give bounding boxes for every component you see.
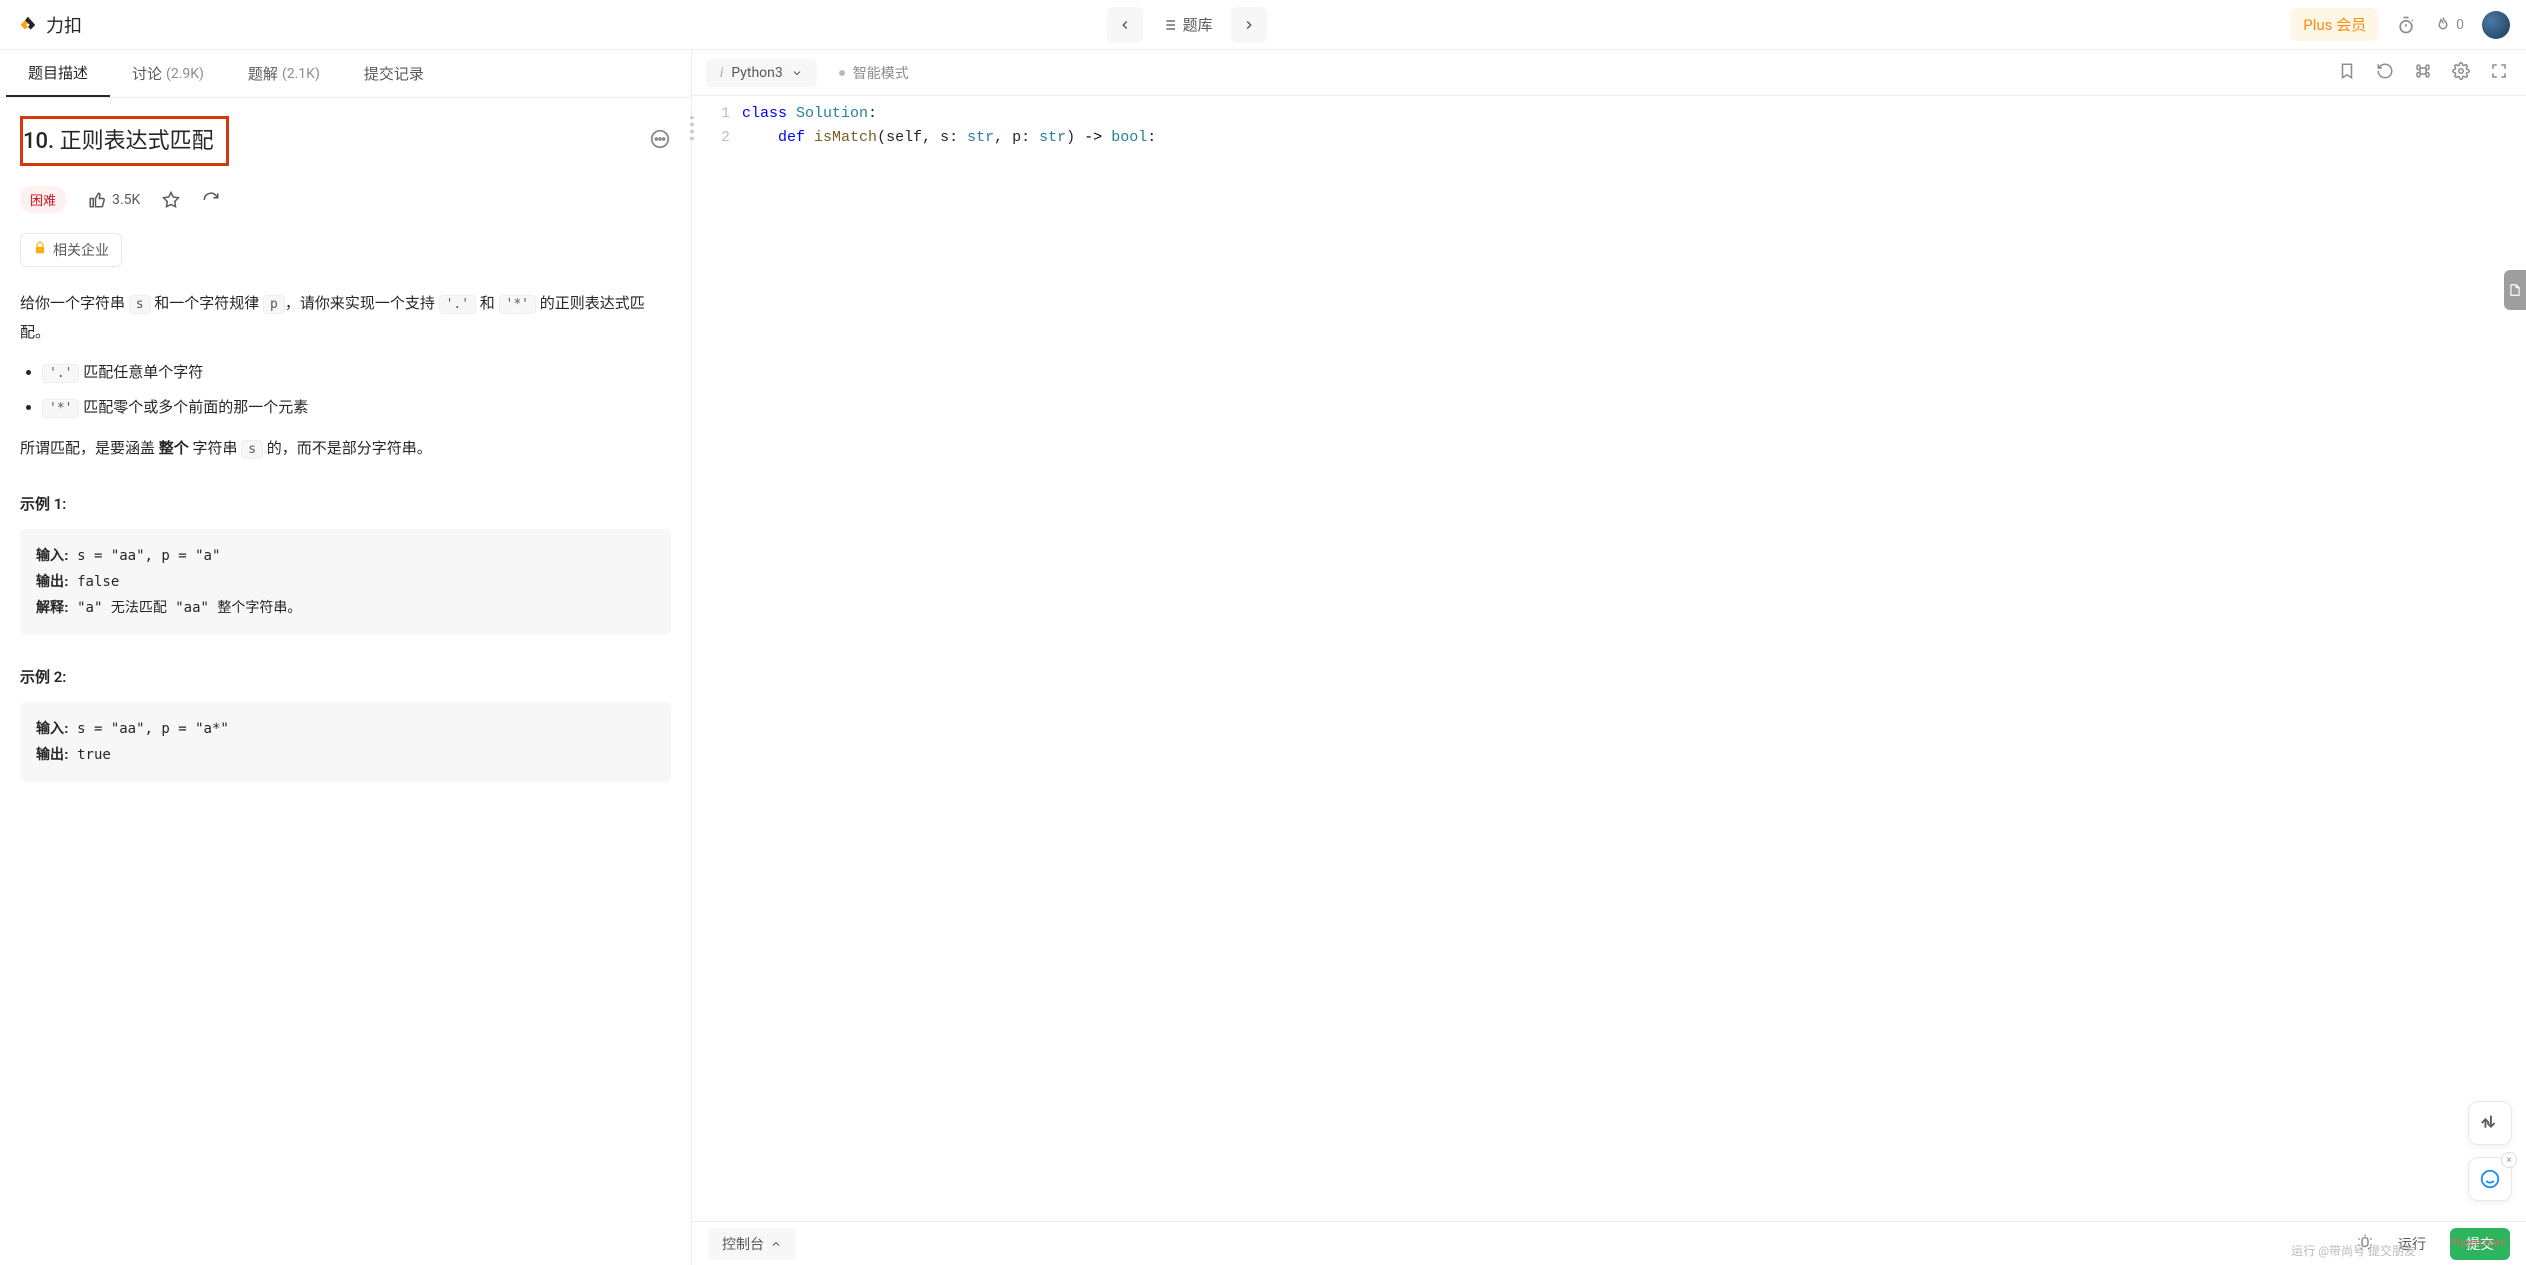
tab-3[interactable]: 提交记录 <box>342 50 446 97</box>
chevron-down-icon <box>791 67 803 79</box>
editor-toolbar: i Python3 智能模式 <box>692 50 2526 96</box>
leetcode-logo-icon <box>16 14 38 36</box>
mode-select[interactable]: 智能模式 <box>829 57 919 89</box>
settings-icon[interactable] <box>2448 58 2474 88</box>
tab-0[interactable]: 题目描述 <box>6 50 110 97</box>
favorite-button[interactable] <box>162 191 180 209</box>
console-button[interactable]: 控制台 <box>708 1228 796 1260</box>
problem-content: 给你一个字符串 s 和一个字符规律 p，请你来实现一个支持 '.' 和 '*' … <box>20 289 671 782</box>
note-button[interactable] <box>2468 1101 2512 1145</box>
mode-label: 智能模式 <box>853 63 909 83</box>
example-heading: 示例 1: <box>20 490 671 519</box>
language-label: Python3 <box>731 65 782 81</box>
watermark-source: Yuucn.com <box>2451 1236 2506 1249</box>
close-icon[interactable]: × <box>2501 1152 2517 1168</box>
side-drawer-handle[interactable] <box>2504 270 2526 310</box>
watermark: 运行 @带尚号 提交朋友 <box>2291 1242 2416 1259</box>
pane-resize-handle[interactable] <box>687 110 697 150</box>
streak-count: 0 <box>2456 17 2464 33</box>
companies-label: 相关企业 <box>53 240 109 260</box>
problem-list-link[interactable]: 题库 <box>1151 7 1223 43</box>
description-scroll[interactable]: 10. 正则表达式匹配 困难 3.5K <box>0 98 691 1265</box>
topbar: 力扣 题库 Plus 会员 0 <box>0 0 2526 50</box>
streak-icon[interactable]: 0 <box>2434 16 2464 34</box>
code-lines[interactable]: class Solution: def isMatch(self, s: str… <box>742 102 2526 1221</box>
code-editor[interactable]: 12 class Solution: def isMatch(self, s: … <box>692 96 2526 1221</box>
avatar[interactable] <box>2482 11 2510 39</box>
bookmark-icon[interactable] <box>2334 58 2360 88</box>
language-select[interactable]: i Python3 <box>706 59 817 87</box>
next-problem-button[interactable] <box>1231 7 1267 43</box>
tab-1[interactable]: 讨论 (2.9K) <box>110 50 226 97</box>
example-box: 输入: s = "aa", p = "a*" 输出: true <box>20 702 671 782</box>
description-pane: 题目描述讨论 (2.9K)题解 (2.1K)提交记录 10. 正则表达式匹配 困… <box>0 50 692 1265</box>
like-count: 3.5K <box>112 192 140 208</box>
editor-pane: i Python3 智能模式 12 class Solution: def is… <box>692 50 2526 1265</box>
lock-icon <box>33 241 47 259</box>
like-button[interactable]: 3.5K <box>88 191 140 209</box>
tab-bar: 题目描述讨论 (2.9K)题解 (2.1K)提交记录 <box>0 50 691 98</box>
example-box: 输入: s = "aa", p = "a" 输出: false 解释: "a" … <box>20 529 671 636</box>
tab-2[interactable]: 题解 (2.1K) <box>226 50 342 97</box>
plus-member-button[interactable]: Plus 会员 <box>2291 8 2378 41</box>
fullscreen-icon[interactable] <box>2486 58 2512 88</box>
line-gutter: 12 <box>692 102 742 1221</box>
reset-icon[interactable] <box>2372 58 2398 88</box>
problem-list-label: 题库 <box>1183 14 1213 35</box>
companies-button[interactable]: 相关企业 <box>20 233 122 267</box>
chevron-up-icon <box>770 1238 782 1250</box>
prev-problem-button[interactable] <box>1107 7 1143 43</box>
logo[interactable]: 力扣 <box>16 12 82 38</box>
share-button[interactable] <box>202 191 220 209</box>
brand-text: 力扣 <box>46 12 82 38</box>
difficulty-badge: 困难 <box>20 186 66 213</box>
shortcuts-icon[interactable] <box>2410 58 2436 88</box>
more-icon[interactable] <box>649 128 671 154</box>
editor-bottom-bar: 控制台 运行 提交 运行 @带尚号 提交朋友 Yuucn.com <box>692 1221 2526 1265</box>
problem-title-box: 10. 正则表达式匹配 <box>20 116 229 166</box>
example-heading: 示例 2: <box>20 663 671 692</box>
feedback-button[interactable]: × <box>2468 1157 2512 1201</box>
timer-icon[interactable] <box>2396 15 2416 35</box>
